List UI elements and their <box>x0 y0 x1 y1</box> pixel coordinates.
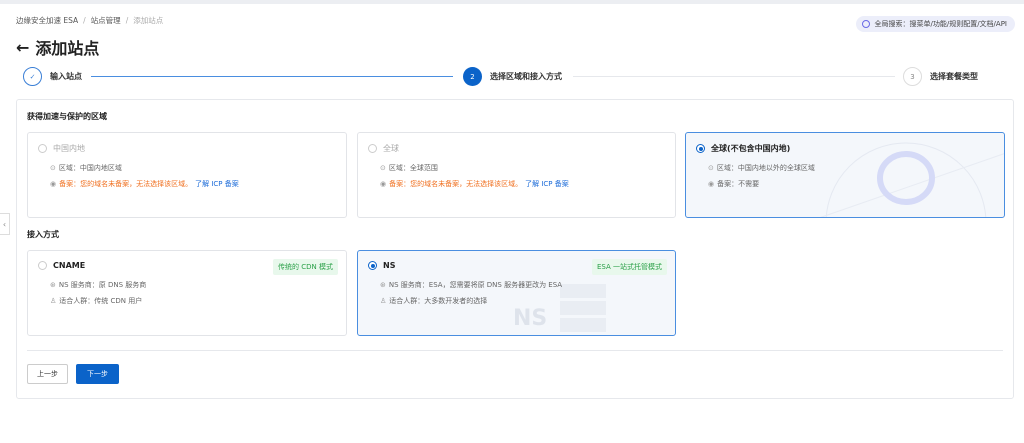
config-panel: 获得加速与保护的区域 中国内地 ⊙ 区域：中国内地区域 ◉ 备案：您的域名未备案，无… <box>16 99 1014 399</box>
card-title: CNAME <box>53 261 86 270</box>
collapse-sidebar-button[interactable]: ‹ <box>0 213 10 235</box>
icp-link[interactable]: 了解 ICP 备案 <box>525 179 569 189</box>
page-title: ← 添加站点 <box>16 35 99 59</box>
mode-tag: ESA 一站式托管模式 <box>591 259 667 275</box>
card-title: 中国内地 <box>53 144 85 153</box>
step-1: ✓ 输入站点 <box>23 67 82 86</box>
region-card-global[interactable]: 全球 ⊙ 区域：全球范围 ◉ 备案：您的域名未备案，无法选择该区域。 了解 ICP 备… <box>357 132 676 218</box>
card-title: NS <box>383 261 396 270</box>
divider <box>27 350 1003 351</box>
user-icon: ♙ <box>50 297 57 305</box>
users-text: 适合人群：传统 CDN 用户 <box>59 297 143 305</box>
card-title: 全球(不包含中国内地) <box>711 144 791 153</box>
radio[interactable] <box>368 144 377 153</box>
breadcrumb: 边缘安全加速 ESA / 站点管理 / 添加站点 <box>16 16 164 25</box>
region-card-global-excl-mainland[interactable]: 全球(不包含中国内地) ⊙ 区域：中国内地以外的全球区域 ◉ 备案：不需要 <box>685 132 1005 218</box>
card-title: 全球 <box>383 144 399 153</box>
region-section-title: 获得加速与保护的区域 <box>27 112 107 121</box>
access-card-cname[interactable]: CNAME 传统的 CDN 模式 ⊛ NS 服务商：原 DNS 服务商 ♙ 适合人群… <box>27 250 347 336</box>
warning-icon: ◉ <box>380 180 387 188</box>
record-icon: ◉ <box>708 180 715 188</box>
step-line <box>91 76 453 77</box>
step-label: 选择套餐类型 <box>930 72 978 81</box>
icp-link[interactable]: 了解 ICP 备案 <box>195 179 239 189</box>
step-label: 输入站点 <box>50 72 82 81</box>
region-text: 区域：全球范围 <box>388 164 438 172</box>
icp-text: 备案：不需要 <box>717 180 760 188</box>
server-icon: ⊛ <box>50 281 56 289</box>
icp-text: 备案：您的域名未备案，无法选择该区域。 <box>389 180 523 188</box>
region-text: 区域：中国内地以外的全球区域 <box>716 164 815 172</box>
search-icon <box>862 20 871 28</box>
breadcrumb-esa[interactable]: 边缘安全加速 ESA <box>16 16 78 25</box>
step-number: 3 <box>903 67 922 86</box>
icp-text: 备案：您的域名未备案，无法选择该区域。 <box>59 180 193 188</box>
global-search-label: 全局搜索：搜菜单/功能/规则配置/文档/API <box>874 20 1007 28</box>
mode-tag: 传统的 CDN 模式 <box>273 259 338 275</box>
page-title-text: 添加站点 <box>35 39 100 58</box>
location-icon: ⊙ <box>380 164 386 172</box>
location-icon: ⊙ <box>708 164 714 172</box>
access-section-title: 接入方式 <box>27 230 59 239</box>
users-text: 适合人群：大多数开发者的选择 <box>389 297 488 305</box>
region-card-mainland[interactable]: 中国内地 ⊙ 区域：中国内地区域 ◉ 备案：您的域名未备案，无法选择该区域。 了解 I… <box>27 132 347 218</box>
ns-text: NS 服务商：ESA，您需要将原 DNS 服务器更改为 ESA <box>388 281 563 289</box>
globe-illustration <box>820 142 1004 217</box>
step-number: 2 <box>463 67 482 86</box>
location-icon: ⊙ <box>50 164 56 172</box>
server-illustration <box>560 284 606 332</box>
user-icon: ♙ <box>380 297 387 305</box>
next-step-button[interactable]: 下一步 <box>76 364 119 384</box>
ns-text: NS 服务商：原 DNS 服务商 <box>58 281 147 289</box>
step-line <box>573 76 895 77</box>
check-icon: ✓ <box>23 67 42 86</box>
warning-icon: ◉ <box>50 180 57 188</box>
global-search[interactable]: 全局搜索：搜菜单/功能/规则配置/文档/API <box>856 16 1015 32</box>
ns-watermark: NS <box>513 306 548 331</box>
top-bar <box>0 0 1024 4</box>
stepper: ✓ 输入站点 2 选择区域和接入方式 3 选择套餐类型 <box>23 67 983 87</box>
radio-selected[interactable] <box>696 144 705 153</box>
breadcrumb-current: 添加站点 <box>133 16 164 25</box>
back-arrow-icon[interactable]: ← <box>16 38 29 57</box>
step-label: 选择区域和接入方式 <box>490 72 562 81</box>
step-2: 2 选择区域和接入方式 <box>463 67 562 86</box>
step-3: 3 选择套餐类型 <box>903 67 978 86</box>
server-icon: ⊛ <box>380 281 386 289</box>
radio[interactable] <box>38 144 47 153</box>
breadcrumb-site-mgmt[interactable]: 站点管理 <box>91 16 121 25</box>
access-card-ns[interactable]: NS NS ESA 一站式托管模式 ⊛ NS 服务商：ESA，您需要将原 DNS … <box>357 250 676 336</box>
region-text: 区域：中国内地区域 <box>58 164 122 172</box>
radio-selected[interactable] <box>368 261 377 270</box>
prev-step-button[interactable]: 上一步 <box>27 364 68 384</box>
radio[interactable] <box>38 261 47 270</box>
